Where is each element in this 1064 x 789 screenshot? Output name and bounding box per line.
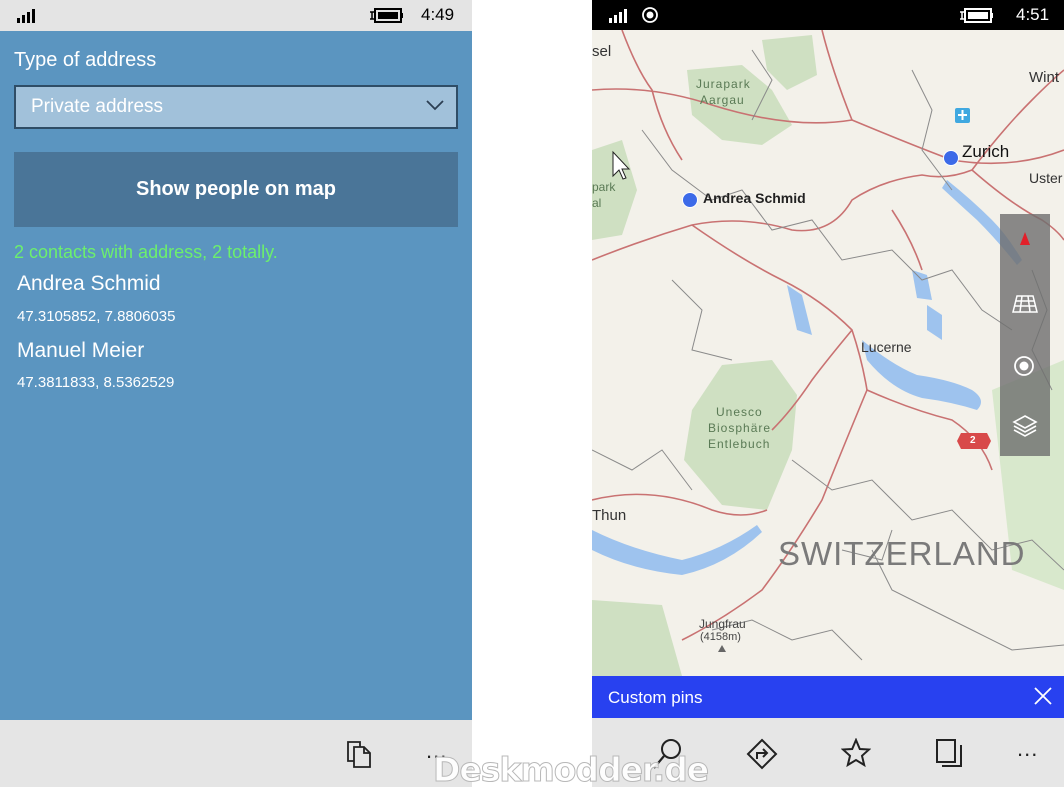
map-controls-panel [1000, 214, 1050, 456]
contact-name[interactable]: Manuel Meier [17, 339, 144, 363]
map-label-city: Wint [1029, 69, 1059, 86]
contact-pin-andrea-schmid[interactable] [682, 192, 698, 208]
map-label-park: al [592, 196, 602, 210]
signal-strength-icon [609, 9, 627, 23]
address-type-label: Type of address [14, 49, 157, 71]
map-label-park: Aargau [700, 93, 745, 107]
close-icon[interactable] [1034, 687, 1052, 705]
contacts-summary: 2 contacts with address, 2 totally. [14, 242, 278, 262]
battery-charging-icon [960, 8, 993, 23]
custom-pins-bar: Custom pins [592, 676, 1064, 718]
maps-app-screen: 4:51 sel Jurapark Aargau park al Wint Us… [592, 0, 1064, 787]
map-label-park: park [592, 180, 616, 194]
address-type-dropdown[interactable]: Private address [14, 85, 458, 129]
map-label-park: Jurapark [696, 77, 751, 91]
contacts-app-screen: 4:49 Type of address Private address Sho… [0, 0, 472, 787]
3d-cities-icon[interactable] [1012, 294, 1038, 314]
status-bar: 4:49 [0, 0, 472, 31]
battery-charging-icon [370, 8, 403, 23]
map-label-mountain: Jungfrau [699, 617, 746, 631]
map-label-park: Unesco [716, 405, 763, 419]
map-label-park: Entlebuch [708, 437, 771, 451]
show-people-on-map-button[interactable]: Show people on map [14, 152, 458, 227]
map-label-city: Thun [592, 507, 627, 524]
contact-name[interactable]: Andrea Schmid [17, 272, 161, 296]
status-time: 4:49 [421, 5, 455, 24]
favorites-star-icon[interactable] [841, 738, 871, 768]
directions-icon[interactable] [746, 738, 778, 770]
contact-pin-label: Andrea Schmid [703, 190, 806, 206]
map-label-country: SWITZERLAND [778, 535, 1026, 572]
status-bar: 4:51 [592, 0, 1064, 30]
map-label-city: sel [592, 43, 612, 60]
zurich-pin[interactable] [943, 150, 959, 166]
copy-icon[interactable] [345, 739, 373, 769]
app-bar: ... [0, 720, 472, 787]
map-layers-icon[interactable] [1012, 414, 1038, 438]
signal-strength-icon [17, 9, 35, 23]
compass-icon[interactable] [1019, 232, 1031, 246]
status-time: 4:51 [1016, 5, 1050, 24]
contact-coordinates: 47.3105852, 7.8806035 [17, 308, 176, 325]
watermark: Deskmodder.de [432, 750, 709, 789]
more-options-button[interactable]: ... [1017, 736, 1038, 762]
custom-pins-label: Custom pins [608, 688, 703, 707]
map-label-city: Uster [1029, 170, 1063, 186]
map-label-mountain-elevation: (4158m) [700, 631, 741, 643]
collections-icon[interactable] [935, 738, 963, 768]
road-shield-number: 2 [970, 435, 976, 446]
dropdown-selected-value: Private address [31, 96, 164, 117]
map-label-park: Biosphäre [708, 421, 772, 435]
map-label-city: Lucerne [861, 339, 912, 355]
contact-coordinates: 47.3811833, 8.5362529 [17, 374, 175, 391]
chevron-down-icon [426, 100, 444, 111]
my-location-icon[interactable] [1012, 354, 1036, 378]
map-view[interactable]: sel Jurapark Aargau park al Wint Uster L… [592, 30, 1064, 676]
map-label-city: Zurich [962, 142, 1010, 161]
location-active-icon [642, 7, 658, 23]
map-canvas [592, 30, 1064, 676]
